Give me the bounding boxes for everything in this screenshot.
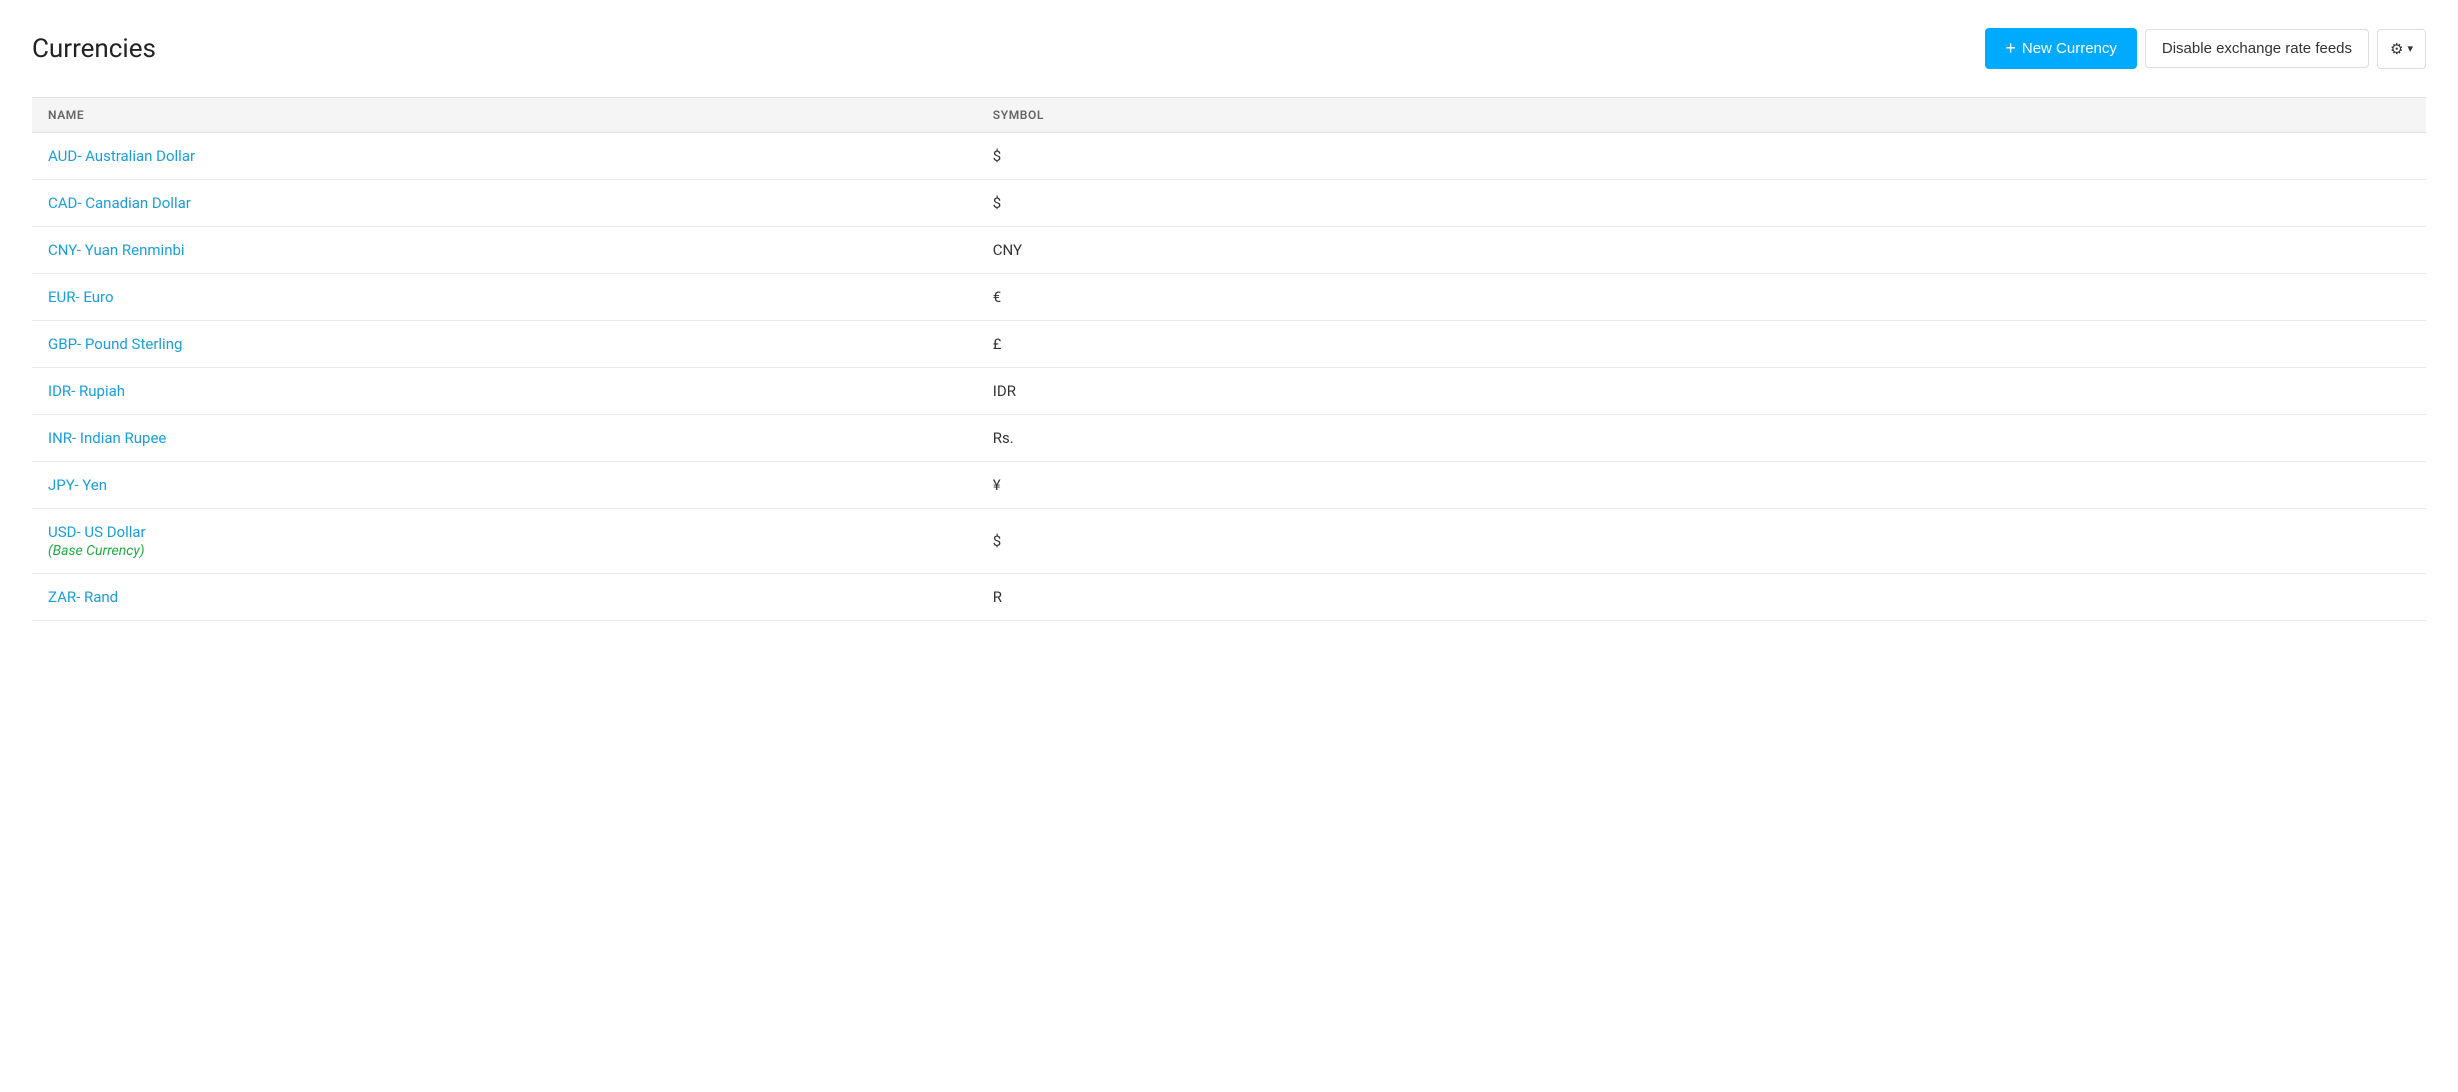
page-title: Currencies (32, 34, 156, 64)
currency-symbol: $ (993, 532, 2410, 550)
table-row[interactable]: USD- US Dollar (Base Currency)$ (32, 509, 2426, 574)
settings-button[interactable]: ⚙ ▾ (2377, 29, 2426, 69)
currency-name-cell: USD- US Dollar (Base Currency) (48, 523, 993, 559)
currency-name-link[interactable]: ZAR- Rand (48, 588, 118, 606)
currency-name-link[interactable]: INR- Indian Rupee (48, 429, 166, 447)
currency-symbol: £ (993, 335, 2410, 353)
new-currency-label: New Currency (2022, 40, 2117, 57)
currency-name-cell: IDR- Rupiah (48, 382, 993, 400)
currency-symbol: Rs. (993, 429, 2410, 447)
table-row[interactable]: ZAR- Rand R (32, 574, 2426, 621)
table-body: AUD- Australian Dollar$CAD- Canadian Dol… (32, 133, 2426, 621)
table-row[interactable]: IDR- Rupiah IDR (32, 368, 2426, 415)
table-row[interactable]: CNY- Yuan Renminbi CNY (32, 227, 2426, 274)
table-header: NAME SYMBOL (32, 97, 2426, 133)
currency-name-cell: CNY- Yuan Renminbi (48, 241, 993, 259)
currency-name-link[interactable]: GBP- Pound Sterling (48, 335, 182, 353)
currency-name-cell: CAD- Canadian Dollar (48, 194, 993, 212)
currency-symbol: $ (993, 147, 2410, 165)
new-currency-button[interactable]: + New Currency (1985, 28, 2137, 69)
table-row[interactable]: JPY- Yen ¥ (32, 462, 2426, 509)
currency-symbol: $ (993, 194, 2410, 212)
header-actions: + New Currency Disable exchange rate fee… (1985, 28, 2426, 69)
col-header-symbol: SYMBOL (993, 108, 2410, 122)
page-header: Currencies + New Currency Disable exchan… (32, 28, 2426, 69)
currencies-table: NAME SYMBOL AUD- Australian Dollar$CAD- … (32, 97, 2426, 621)
currency-name-link[interactable]: AUD- Australian Dollar (48, 147, 195, 165)
table-row[interactable]: AUD- Australian Dollar $ (32, 133, 2426, 180)
chevron-down-icon: ▾ (2407, 42, 2413, 55)
currency-symbol: IDR (993, 382, 2410, 400)
base-currency-label: (Base Currency) (48, 543, 993, 559)
currency-symbol: ¥ (993, 476, 2410, 494)
disable-feeds-button[interactable]: Disable exchange rate feeds (2145, 29, 2369, 68)
table-row[interactable]: EUR- Euro € (32, 274, 2426, 321)
currency-symbol: CNY (993, 241, 2410, 259)
currency-name-cell: EUR- Euro (48, 288, 993, 306)
currency-name-cell: ZAR- Rand (48, 588, 993, 606)
gear-icon: ⚙ (2390, 40, 2403, 58)
currency-name-link[interactable]: CAD- Canadian Dollar (48, 194, 191, 212)
currency-symbol: € (993, 288, 2410, 306)
currency-name-cell: INR- Indian Rupee (48, 429, 993, 447)
currency-name-cell: AUD- Australian Dollar (48, 147, 993, 165)
currency-name-link[interactable]: JPY- Yen (48, 476, 107, 494)
page-container: Currencies + New Currency Disable exchan… (0, 0, 2458, 649)
table-row[interactable]: CAD- Canadian Dollar $ (32, 180, 2426, 227)
plus-icon: + (2005, 38, 2016, 59)
currency-symbol: R (993, 588, 2410, 606)
disable-feeds-label: Disable exchange rate feeds (2162, 40, 2352, 57)
currency-name-link[interactable]: USD- US Dollar (48, 523, 146, 541)
currency-name-link[interactable]: CNY- Yuan Renminbi (48, 241, 185, 259)
currency-name-link[interactable]: EUR- Euro (48, 288, 114, 306)
table-row[interactable]: INR- Indian Rupee Rs. (32, 415, 2426, 462)
currency-name-link[interactable]: IDR- Rupiah (48, 382, 125, 400)
table-row[interactable]: GBP- Pound Sterling £ (32, 321, 2426, 368)
currency-name-cell: JPY- Yen (48, 476, 993, 494)
currency-name-cell: GBP- Pound Sterling (48, 335, 993, 353)
col-header-name: NAME (48, 108, 993, 122)
